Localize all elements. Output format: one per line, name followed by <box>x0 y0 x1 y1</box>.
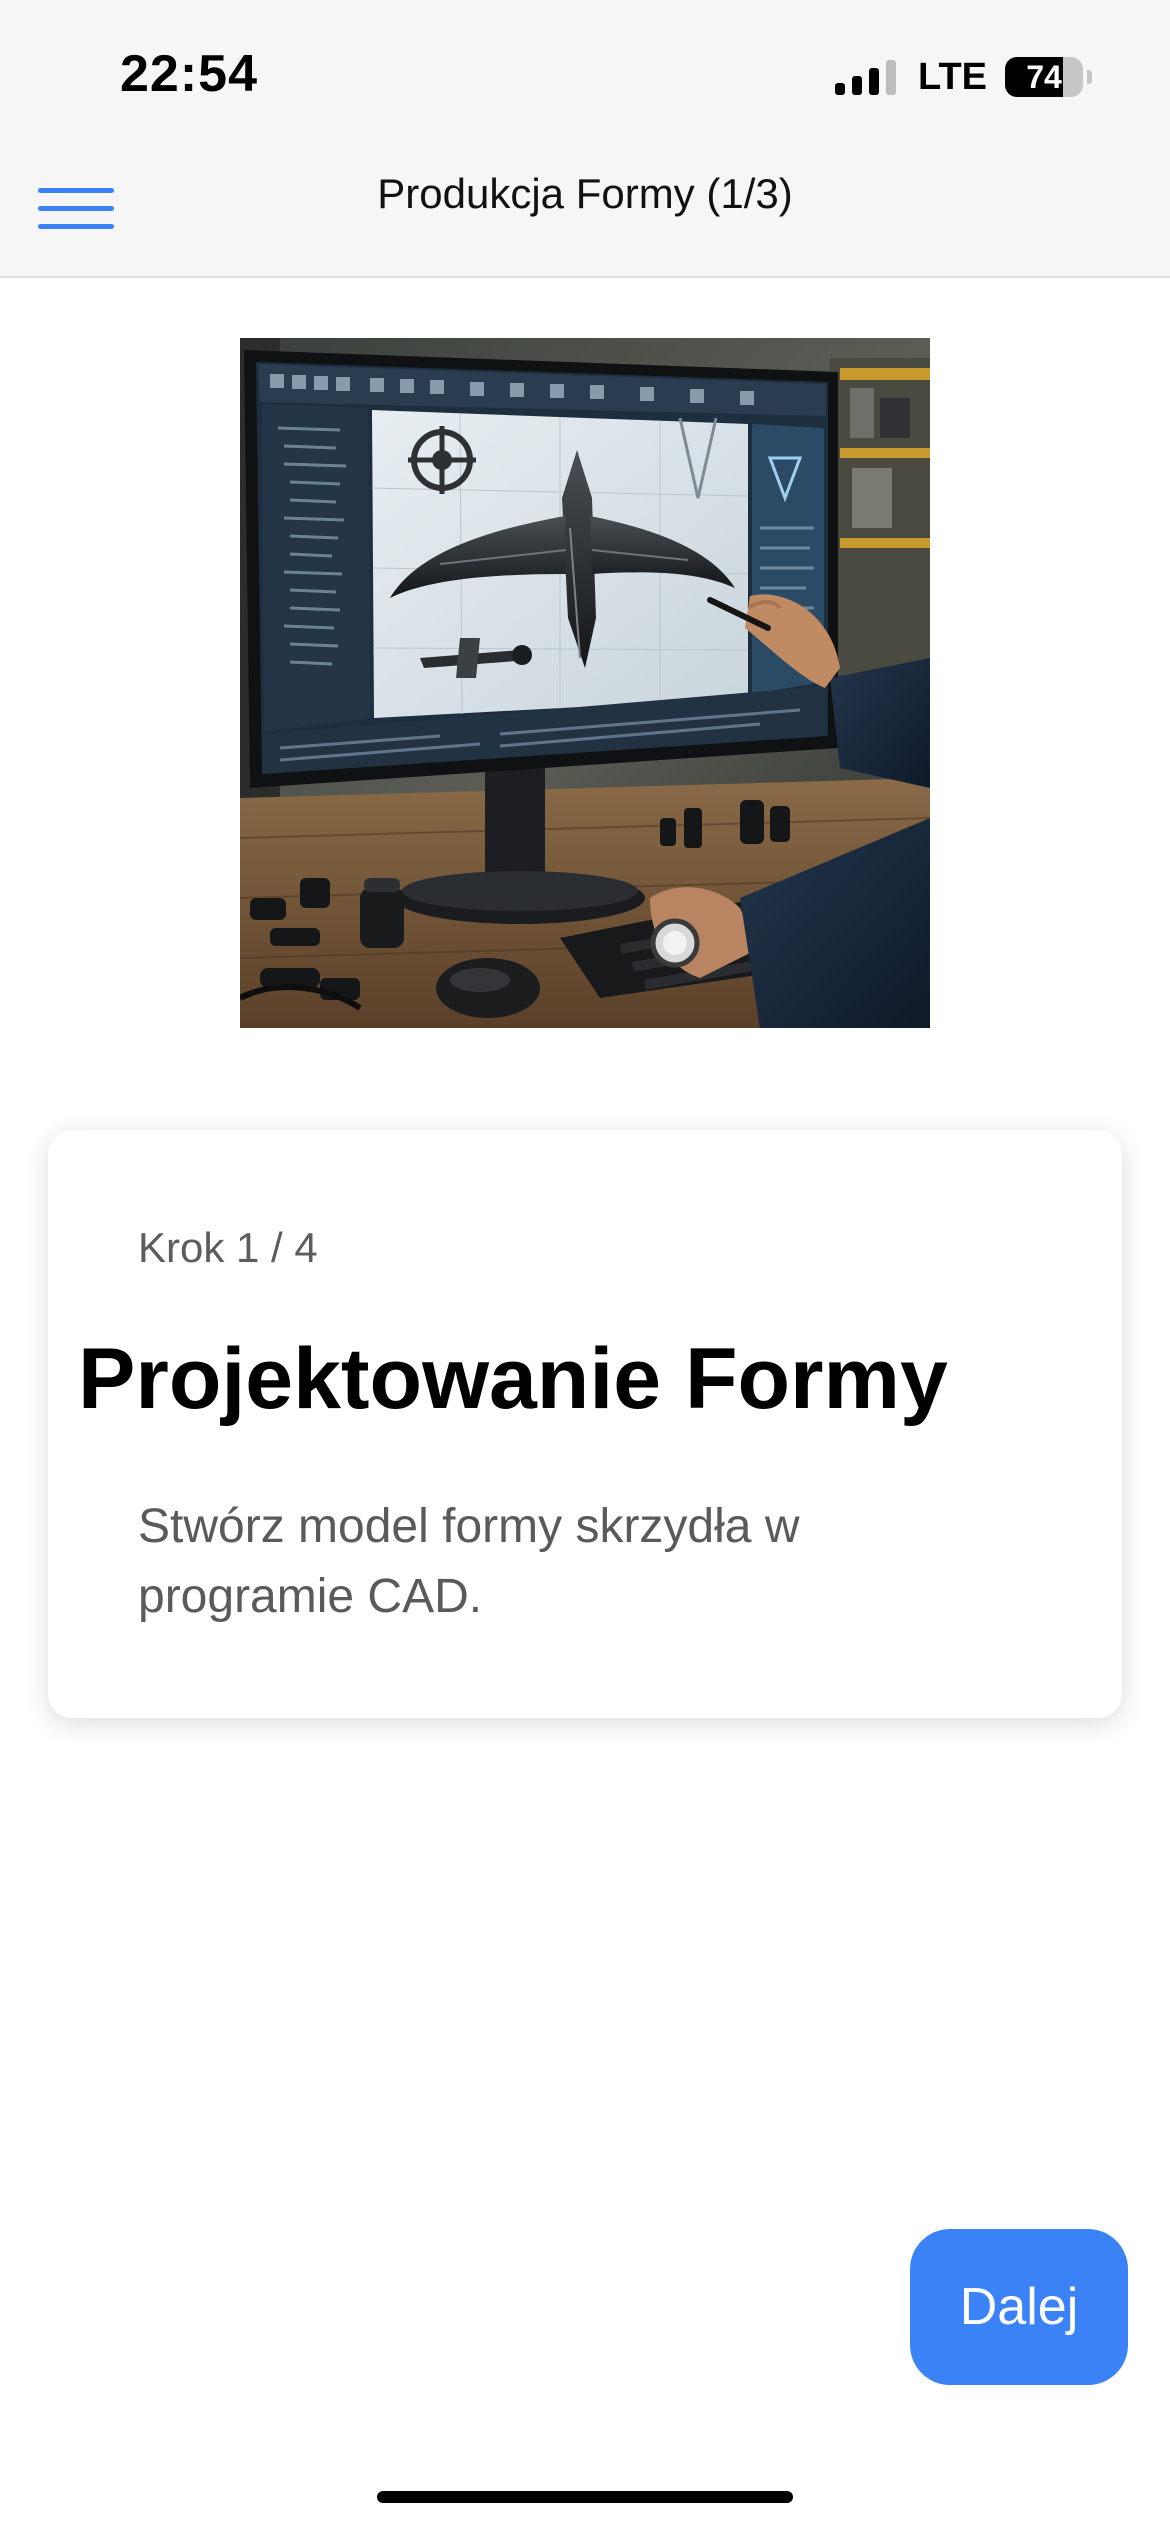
cad-workstation-image <box>240 338 930 1028</box>
status-time: 22:54 <box>120 45 258 103</box>
network-type: LTE <box>918 55 987 98</box>
step-card: Krok 1 / 4 Projektowanie Formy Stwórz mo… <box>48 1130 1122 1718</box>
page-title: Produkcja Formy (1/3) <box>377 170 793 217</box>
status-indicators: LTE 74 <box>835 52 1092 102</box>
step-counter: Krok 1 / 4 <box>138 1224 318 1271</box>
step-title: Projektowanie Formy <box>78 1331 948 1427</box>
home-indicator[interactable] <box>377 2491 793 2503</box>
top-bar: 22:54 LTE 74 Produkcja Formy (1/3) <box>0 0 1170 278</box>
step-description: Stwórz model formy skrzydła w programie … <box>138 1500 800 1623</box>
battery-cap <box>1087 70 1092 84</box>
cellular-signal-icon <box>835 59 897 95</box>
next-button[interactable]: Dalej <box>910 2229 1128 2385</box>
battery-icon: 74 <box>1005 57 1083 97</box>
battery-level: 74 <box>1026 58 1062 95</box>
